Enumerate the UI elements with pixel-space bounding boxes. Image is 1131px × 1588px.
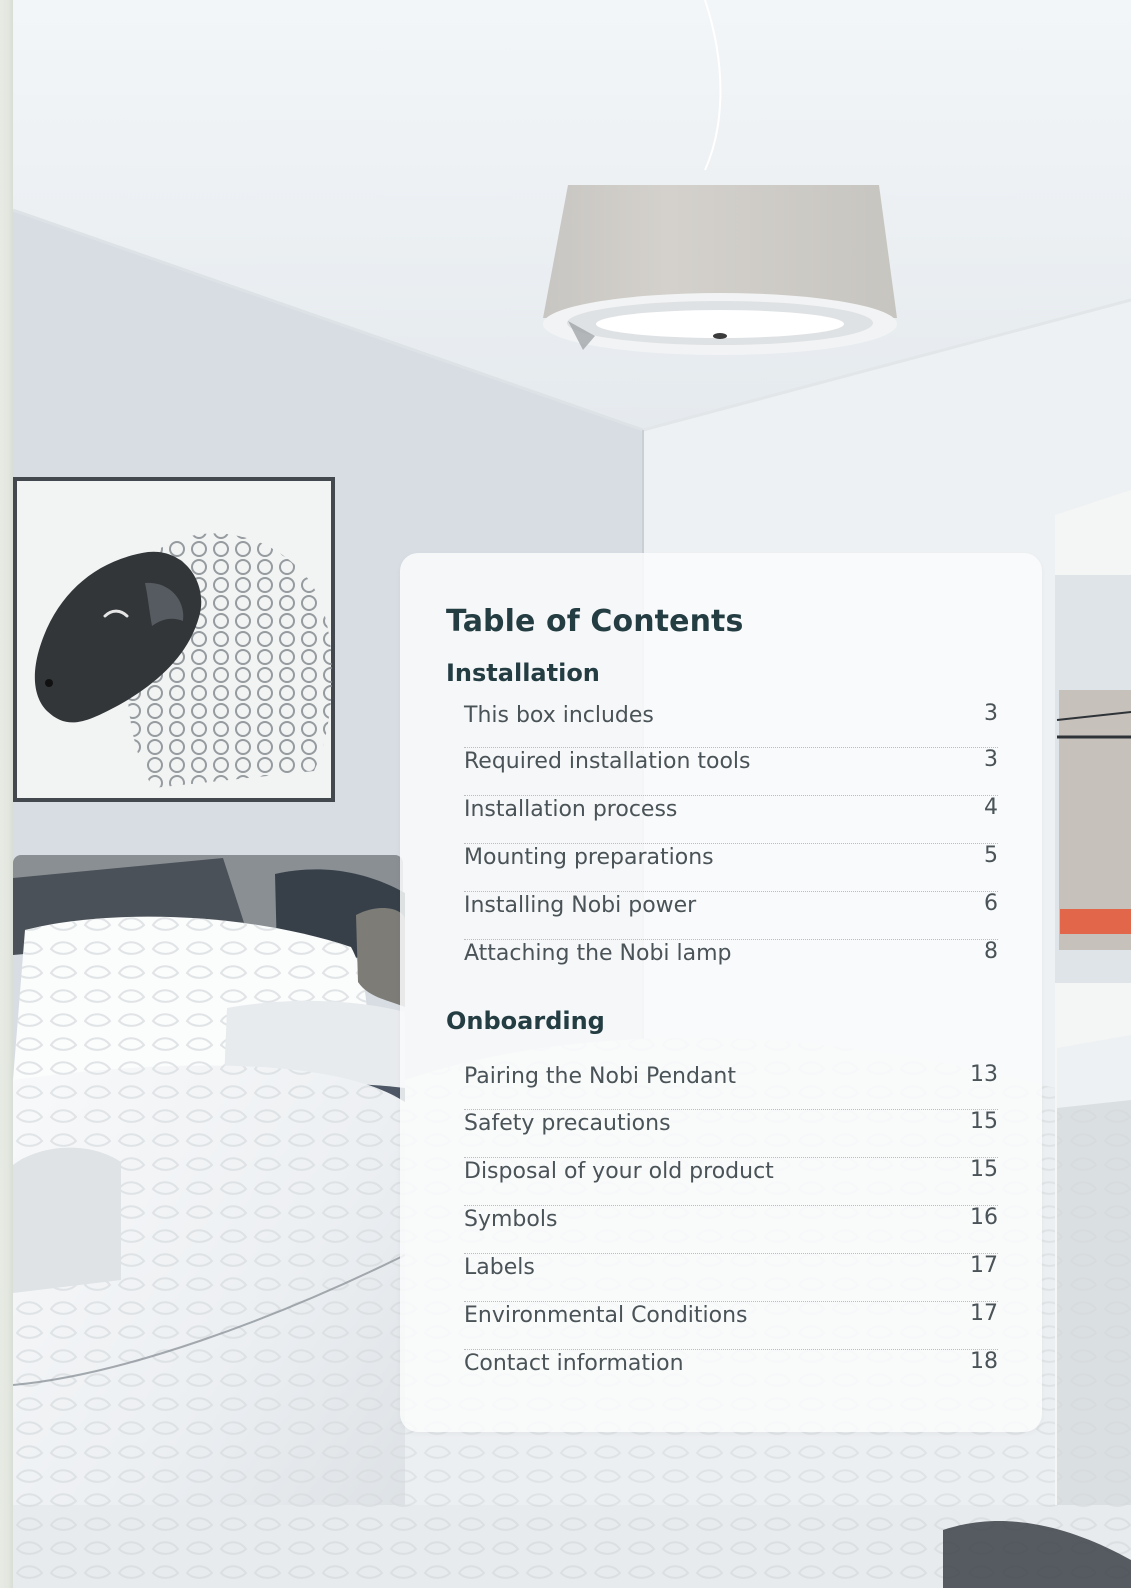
- toc-entry-label: Mounting preparations: [464, 845, 714, 871]
- toc-entry[interactable]: Installation process 4: [464, 795, 998, 845]
- toc-entry-page-number: 15: [970, 1108, 998, 1134]
- toc-entry-page-number: 8: [984, 939, 998, 965]
- toc-entry-label: Required installation tools: [464, 749, 751, 775]
- toc-entry-page-number: 13: [970, 1061, 998, 1087]
- toc-entry-label: Installing Nobi power: [464, 893, 697, 919]
- toc-entry-page-number: 16: [970, 1204, 998, 1230]
- toc-section-installation: Installation This box includes 3 Require…: [446, 660, 998, 988]
- toc-entry[interactable]: Attaching the Nobi lamp 8: [464, 940, 998, 988]
- toc-entry-label: Contact information: [464, 1350, 684, 1376]
- toc-entry[interactable]: Labels 17: [464, 1252, 998, 1302]
- table-of-contents-card: Table of Contents Installation This box …: [400, 553, 1042, 1432]
- toc-entry[interactable]: Installing Nobi power 6: [464, 891, 998, 941]
- toc-entry[interactable]: Contact information 18: [464, 1348, 998, 1398]
- toc-entry-page-number: 15: [970, 1156, 998, 1182]
- toc-entry-label: Environmental Conditions: [464, 1302, 748, 1328]
- toc-entry-label: Labels: [464, 1254, 535, 1280]
- toc-section-onboarding: Onboarding Pairing the Nobi Pendant 13 S…: [446, 1008, 998, 1397]
- toc-entry[interactable]: Symbols 16: [464, 1204, 998, 1254]
- toc-entry-label: Pairing the Nobi Pendant: [464, 1063, 736, 1089]
- toc-entry-label: Disposal of your old product: [464, 1158, 774, 1184]
- toc-entry-page-number: 6: [984, 891, 998, 917]
- toc-entry-page-number: 17: [970, 1252, 998, 1278]
- toc-entry[interactable]: Disposal of your old product 15: [464, 1156, 998, 1206]
- toc-entry-page-number: 5: [984, 843, 998, 869]
- toc-entry-label: Attaching the Nobi lamp: [464, 941, 732, 967]
- toc-entry-page-number: 4: [984, 795, 998, 821]
- toc-entry-label: Safety precautions: [464, 1110, 671, 1136]
- section-title-onboarding: Onboarding: [446, 1007, 605, 1036]
- toc-entry-label: This box includes: [464, 703, 654, 729]
- manual-page: Table of Contents Installation This box …: [0, 0, 1131, 1588]
- installation-entry-list: This box includes 3 Required installatio…: [446, 702, 998, 988]
- toc-entry[interactable]: Safety precautions 15: [464, 1108, 998, 1158]
- toc-entry[interactable]: Required installation tools 3: [464, 747, 998, 797]
- page-margin-strip: [0, 0, 13, 1588]
- toc-entry-label: Symbols: [464, 1206, 558, 1232]
- toc-entry-label: Installation process: [464, 797, 678, 823]
- onboarding-entry-list: Pairing the Nobi Pendant 13 Safety preca…: [446, 1061, 998, 1398]
- toc-entry[interactable]: Pairing the Nobi Pendant 13: [464, 1061, 998, 1110]
- toc-entry-page-number: 17: [970, 1300, 998, 1326]
- toc-entry[interactable]: Mounting preparations 5: [464, 843, 998, 893]
- toc-entry-page-number: 18: [970, 1348, 998, 1374]
- toc-entry-page-number: 3: [984, 747, 998, 773]
- section-title-installation: Installation: [446, 659, 600, 687]
- toc-entry-page-number: 3: [984, 701, 998, 727]
- toc-title: Table of Contents: [446, 604, 744, 639]
- toc-entry[interactable]: Environmental Conditions 17: [464, 1300, 998, 1350]
- toc-entry[interactable]: This box includes 3: [464, 701, 998, 749]
